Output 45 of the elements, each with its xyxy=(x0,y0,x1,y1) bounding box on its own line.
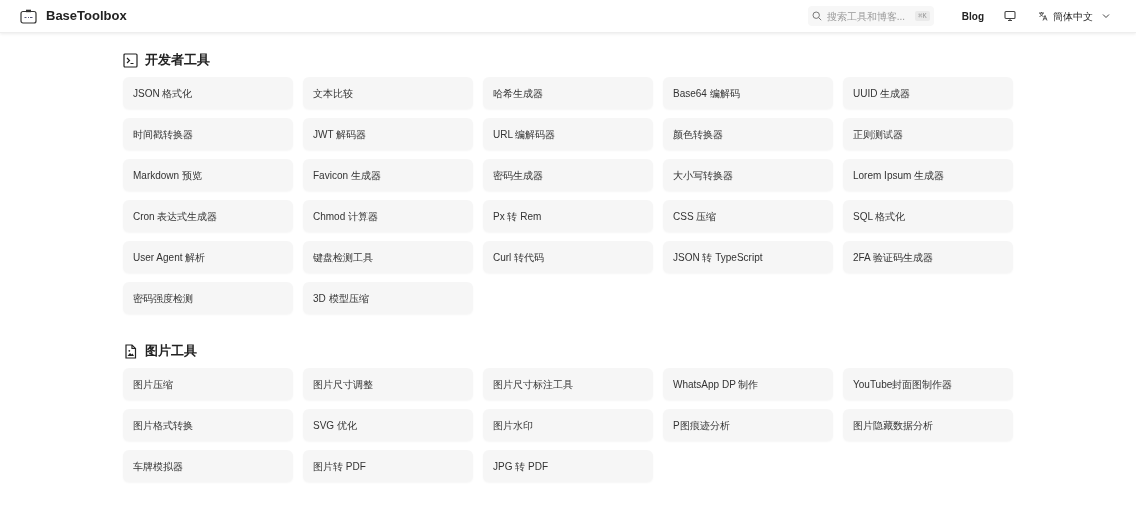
tool-card[interactable]: 哈希生成器 xyxy=(483,77,653,109)
tool-card[interactable]: 图片转 PDF xyxy=(303,450,473,482)
tool-card[interactable]: 2FA 验证码生成器 xyxy=(843,241,1013,273)
section-title: 图片工具 xyxy=(145,342,197,361)
tool-card[interactable]: JPG 转 PDF xyxy=(483,450,653,482)
tool-card[interactable]: 文本比较 xyxy=(303,77,473,109)
tool-card[interactable]: 键盘检测工具 xyxy=(303,241,473,273)
tool-card[interactable]: 图片水印 xyxy=(483,409,653,441)
tool-card[interactable]: 图片压缩 xyxy=(123,368,293,400)
tool-card[interactable]: JWT 解码器 xyxy=(303,118,473,150)
tool-card[interactable]: 车牌模拟器 xyxy=(123,450,293,482)
tool-card[interactable]: SVG 优化 xyxy=(303,409,473,441)
tool-card[interactable]: 时间戳转换器 xyxy=(123,118,293,150)
tool-card[interactable]: 3D 模型压缩 xyxy=(303,282,473,314)
tool-card[interactable]: JSON 格式化 xyxy=(123,77,293,109)
tool-card[interactable]: 密码强度检测 xyxy=(123,282,293,314)
tool-card[interactable]: 图片隐藏数据分析 xyxy=(843,409,1013,441)
tool-card[interactable]: WhatsApp DP 制作 xyxy=(663,368,833,400)
tool-card[interactable]: URL 编解码器 xyxy=(483,118,653,150)
tool-card[interactable]: CSS 压缩 xyxy=(663,200,833,232)
tool-card[interactable]: YouTube封面图制作器 xyxy=(843,368,1013,400)
tool-card[interactable]: JSON 转 TypeScript xyxy=(663,241,833,273)
blog-link[interactable]: Blog xyxy=(961,8,984,24)
tool-card[interactable]: 大小写转换器 xyxy=(663,159,833,191)
tool-card[interactable]: 正则测试器 xyxy=(843,118,1013,150)
tool-card[interactable]: Cron 表达式生成器 xyxy=(123,200,293,232)
tool-card[interactable]: P图痕迹分析 xyxy=(663,409,833,441)
tool-card[interactable]: 颜色转换器 xyxy=(663,118,833,150)
tool-card[interactable]: 图片格式转换 xyxy=(123,409,293,441)
tool-card[interactable]: 密码生成器 xyxy=(483,159,653,191)
tool-card[interactable]: Favicon 生成器 xyxy=(303,159,473,191)
tool-card[interactable]: Base64 编解码 xyxy=(663,77,833,109)
tool-card[interactable]: SQL 格式化 xyxy=(843,200,1013,232)
language-selector[interactable]: 簡体中文 xyxy=(1038,8,1110,24)
tool-card[interactable]: Markdown 预览 xyxy=(123,159,293,191)
tool-card[interactable]: 图片尺寸调整 xyxy=(303,368,473,400)
tool-card[interactable]: Lorem Ipsum 生成器 xyxy=(843,159,1013,191)
tool-card[interactable]: Curl 转代码 xyxy=(483,241,653,273)
tool-card[interactable]: User Agent 解析 xyxy=(123,241,293,273)
tool-card[interactable]: Chmod 计算器 xyxy=(303,200,473,232)
tool-card[interactable]: 图片尺寸标注工具 xyxy=(483,368,653,400)
section-title: 开发者工具 xyxy=(145,51,210,70)
tool-card[interactable]: Px 转 Rem xyxy=(483,200,653,232)
brand-name[interactable]: BaseToolbox xyxy=(46,6,127,26)
tool-card[interactable]: UUID 生成器 xyxy=(843,77,1013,109)
